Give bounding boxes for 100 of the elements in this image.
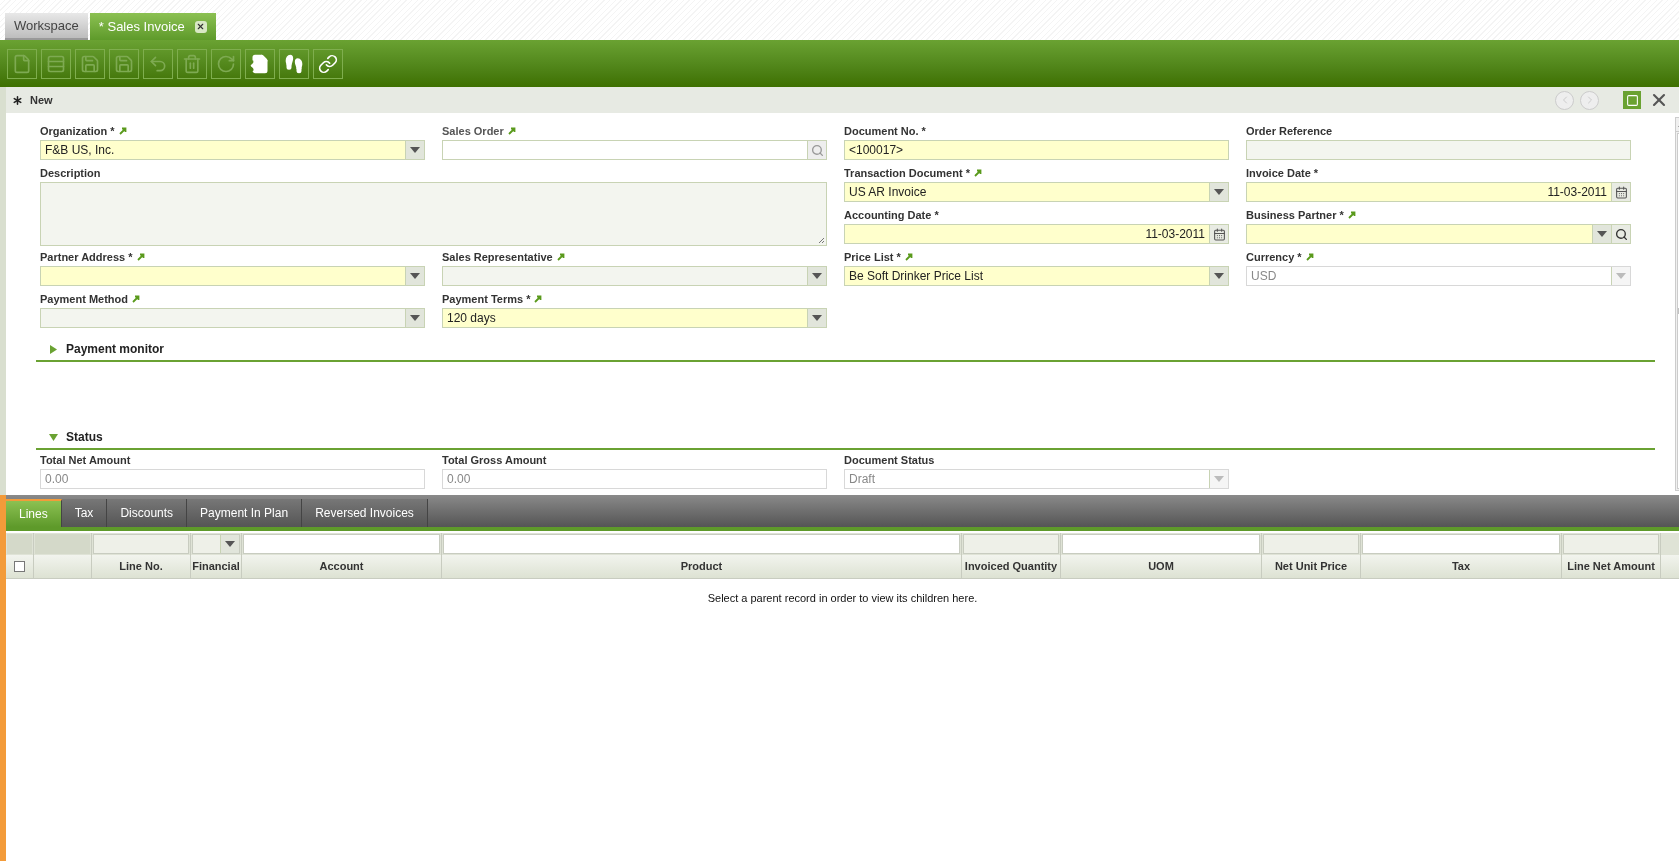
- dropdown-button[interactable]: [405, 309, 424, 327]
- field-label: Order Reference: [1246, 124, 1333, 138]
- window-tab[interactable]: Workspace: [5, 13, 88, 40]
- link-button[interactable]: [313, 48, 343, 79]
- column-header[interactable]: Invoiced Quantity: [964, 558, 1058, 575]
- field-label: Transaction Document *: [844, 166, 970, 180]
- link-arrow-icon[interactable]: [136, 253, 145, 261]
- subtab[interactable]: Reversed Invoices: [302, 499, 428, 527]
- field-label: Organization *: [40, 124, 115, 138]
- input-field[interactable]: [1246, 224, 1612, 244]
- input-field[interactable]: 120 days: [442, 308, 827, 328]
- input-field[interactable]: [1246, 140, 1631, 160]
- column-header[interactable]: Net Unit Price: [1274, 558, 1348, 575]
- section-header[interactable]: Payment monitor: [36, 340, 1655, 362]
- section-header[interactable]: Status: [36, 428, 1655, 450]
- input-field[interactable]: [442, 266, 827, 286]
- dropdown-button[interactable]: [220, 535, 239, 553]
- input-field[interactable]: [40, 266, 425, 286]
- search-icon: [810, 143, 824, 157]
- record-title: New: [30, 92, 53, 108]
- subtab[interactable]: Discounts: [107, 499, 188, 527]
- filter-field[interactable]: [443, 534, 960, 554]
- dropdown-button[interactable]: [405, 141, 424, 159]
- select-all-checkbox[interactable]: [14, 561, 25, 572]
- caret-icon: [1616, 273, 1626, 279]
- filter-field[interactable]: [243, 534, 440, 554]
- input-field[interactable]: 11-03-2011: [844, 224, 1210, 244]
- link-arrow-icon[interactable]: [507, 127, 516, 135]
- maximize-button[interactable]: [1623, 91, 1641, 109]
- document-icon: [12, 53, 32, 74]
- input-field[interactable]: F&B US, Inc.: [40, 140, 425, 160]
- field-label: Document No. *: [844, 124, 926, 138]
- input-field[interactable]: US AR Invoice: [844, 182, 1229, 202]
- filter-field[interactable]: [1563, 534, 1659, 554]
- link-arrow-icon[interactable]: [132, 295, 140, 303]
- list-icon: [46, 53, 66, 74]
- column-header[interactable]: Financial: [192, 558, 240, 575]
- calendar-button[interactable]: [1210, 224, 1229, 244]
- refresh-icon: [216, 53, 236, 74]
- input-field[interactable]: 11-03-2011: [1246, 182, 1612, 202]
- caret-icon: [1214, 273, 1224, 279]
- audit-trail-button[interactable]: [279, 48, 309, 79]
- empty-grid-message: Select a parent record in order to view its children here.: [707, 591, 978, 606]
- undo-icon: [148, 53, 168, 74]
- description-field[interactable]: [40, 182, 827, 246]
- field-label: Document Status: [844, 453, 935, 467]
- filter-field[interactable]: [1062, 534, 1260, 554]
- calendar-icon: [1614, 185, 1628, 199]
- trash-icon: [182, 53, 202, 74]
- input-field[interactable]: [40, 308, 425, 328]
- column-header[interactable]: Product: [680, 558, 723, 575]
- footprints-icon: [284, 53, 304, 74]
- column-header[interactable]: Account: [319, 558, 364, 575]
- filter-field[interactable]: [1362, 534, 1560, 554]
- calendar-button[interactable]: [1612, 182, 1631, 202]
- link-arrow-icon[interactable]: [1347, 211, 1356, 219]
- collapsed-triangle-icon: [49, 344, 58, 354]
- filter-field[interactable]: [93, 534, 189, 554]
- dropdown-button[interactable]: [1209, 267, 1228, 285]
- filter-field[interactable]: [963, 534, 1059, 554]
- link-arrow-icon[interactable]: [556, 253, 565, 261]
- export-button[interactable]: [245, 48, 275, 79]
- calendar-icon: [1212, 227, 1226, 241]
- field-label: Payment Method: [40, 292, 128, 306]
- link-arrow-icon[interactable]: [534, 295, 543, 303]
- maximize-icon: [1625, 93, 1639, 107]
- dropdown-button[interactable]: [807, 267, 826, 285]
- search-button[interactable]: [1612, 224, 1631, 244]
- input-field[interactable]: Be Soft Drinker Price List: [844, 266, 1229, 286]
- dropdown-button[interactable]: [405, 267, 424, 285]
- filter-field[interactable]: [192, 534, 240, 554]
- input-field[interactable]: [442, 140, 808, 160]
- expanded-triangle-icon: [49, 432, 58, 442]
- column-header[interactable]: Line Net Amount: [1567, 558, 1655, 575]
- caret-icon: [225, 541, 235, 547]
- field-label: Sales Order: [442, 124, 504, 138]
- link-arrow-icon[interactable]: [118, 127, 127, 135]
- caret-icon: [1214, 189, 1224, 195]
- column-header[interactable]: Line No.: [119, 558, 163, 575]
- column-header[interactable]: Tax: [1451, 558, 1471, 575]
- field-label: Total Gross Amount: [442, 453, 547, 467]
- column-header[interactable]: UOM: [1148, 558, 1174, 575]
- caret-icon: [410, 315, 420, 321]
- filter-field[interactable]: [1263, 534, 1359, 554]
- dropdown-button[interactable]: [1209, 183, 1228, 201]
- field-label: Payment Terms *: [442, 292, 531, 306]
- close-tab-icon[interactable]: [194, 20, 207, 33]
- caret-icon: [1597, 231, 1607, 237]
- subtab[interactable]: Tax: [61, 499, 108, 527]
- dropdown-button[interactable]: [1592, 225, 1611, 243]
- field-label: Total Net Amount: [40, 453, 131, 467]
- link-arrow-icon[interactable]: [973, 169, 982, 177]
- link-arrow-icon[interactable]: [904, 253, 913, 261]
- input-field[interactable]: <100017>: [844, 140, 1229, 160]
- link-icon: [318, 53, 338, 74]
- resize-handle-icon[interactable]: [818, 237, 825, 244]
- dropdown-button[interactable]: [807, 309, 826, 327]
- field-label: Accounting Date *: [844, 208, 939, 222]
- subtab[interactable]: Payment In Plan: [187, 499, 303, 527]
- field-label: Invoice Date *: [1246, 166, 1319, 180]
